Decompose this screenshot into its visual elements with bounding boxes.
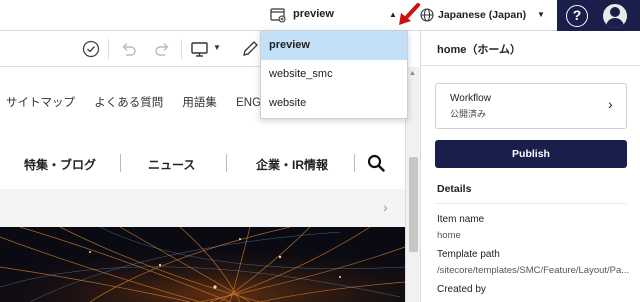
breadcrumb-band: › <box>0 189 405 227</box>
language-selector[interactable]: Japanese (Japan) ▼ <box>420 4 552 28</box>
chevron-right-icon[interactable]: › <box>383 199 388 215</box>
nav-separator <box>120 154 121 172</box>
nav-separator <box>354 154 355 172</box>
site-selector-value: preview <box>293 8 334 20</box>
utility-link-faq[interactable]: よくある質問 <box>94 97 163 109</box>
details-heading: Details <box>437 183 472 195</box>
top-bar: preview ▲ Japanese (Japan) ▼ ? <box>0 0 640 31</box>
site-option-website-smc[interactable]: website_smc <box>261 60 407 89</box>
field-value-template-path: /sitecore/templates/SMC/Feature/Layout/P… <box>437 265 630 276</box>
site-dropdown-menu: preview website_smc website <box>260 30 408 119</box>
nav-item-news[interactable]: ニュース <box>148 156 195 173</box>
device-caret-icon[interactable]: ▼ <box>213 43 221 52</box>
search-icon[interactable] <box>367 154 385 172</box>
site-option-preview[interactable]: preview <box>261 31 407 60</box>
panel-divider <box>421 65 640 66</box>
network-lights-image <box>0 227 405 302</box>
field-label-template-path: Template path <box>437 249 500 260</box>
nav-item-blog[interactable]: 特集・ブログ <box>24 156 96 173</box>
language-selector-value: Japanese (Japan) <box>438 9 527 21</box>
item-details-panel: home（ホーム） Workflow 公開済み › Publish Detail… <box>420 31 640 302</box>
scroll-up-icon[interactable]: ▲ <box>409 70 416 77</box>
help-button[interactable]: ? <box>566 5 588 27</box>
site-selector[interactable]: preview ▲ <box>263 4 405 28</box>
utility-link-sitemap[interactable]: サイトマップ <box>6 97 75 109</box>
site-option-website[interactable]: website <box>261 89 407 118</box>
annotation-arrow-icon <box>399 3 420 25</box>
field-value-item-name: home <box>437 230 461 241</box>
avatar-head <box>610 7 620 17</box>
avatar[interactable] <box>603 4 627 28</box>
details-divider <box>435 203 627 204</box>
workflow-label: Workflow <box>450 93 491 104</box>
redo-icon[interactable] <box>153 39 173 59</box>
field-label-item-name: Item name <box>437 214 485 225</box>
pencil-icon[interactable] <box>240 39 260 59</box>
check-circle-icon[interactable] <box>81 39 101 59</box>
monitor-icon[interactable] <box>190 39 210 59</box>
caret-down-icon: ▼ <box>537 10 545 19</box>
publish-button[interactable]: Publish <box>435 140 627 168</box>
field-label-created-by: Created by <box>437 284 486 295</box>
main-nav: 特集・ブログ ニュース 企業・IR情報 <box>0 154 405 176</box>
hero-image <box>0 227 405 302</box>
nav-item-corporate[interactable]: 企業・IR情報 <box>256 156 328 173</box>
toolbar-divider <box>181 39 182 59</box>
panel-title: home（ホーム） <box>437 44 522 56</box>
workflow-button[interactable]: Workflow 公開済み › <box>435 83 627 129</box>
workflow-state: 公開済み <box>450 109 487 119</box>
nav-separator <box>226 154 227 172</box>
avatar-body <box>606 18 624 28</box>
globe-icon <box>420 8 434 22</box>
undo-icon[interactable] <box>118 39 138 59</box>
editor-toolbar: ▼ <box>0 31 260 67</box>
utility-nav: サイトマップ よくある質問 用語集 ENGLIS <box>6 94 294 110</box>
site-icon <box>270 8 286 23</box>
toolbar-divider <box>108 39 109 59</box>
utility-link-glossary[interactable]: 用語集 <box>182 97 217 109</box>
chevron-right-icon: › <box>608 96 613 112</box>
scroll-thumb[interactable] <box>409 157 418 252</box>
